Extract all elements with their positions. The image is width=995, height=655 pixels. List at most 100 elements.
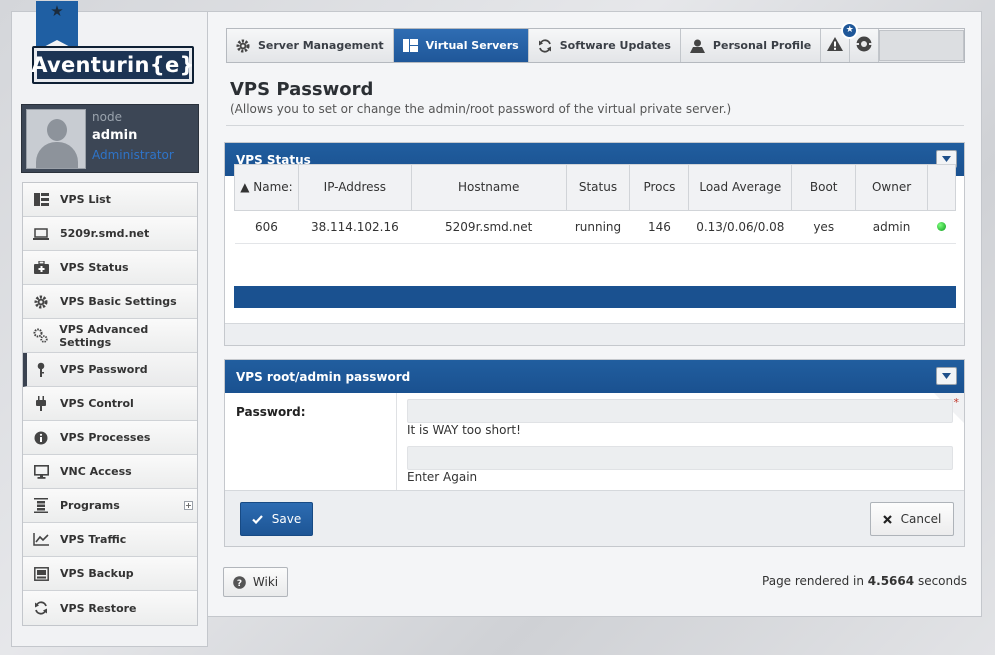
search-box[interactable] [878, 30, 964, 61]
sidebar-item-label: VPS Backup [60, 567, 134, 580]
panel-footer: Save Cancel [225, 490, 964, 546]
status-ok-icon [937, 222, 946, 231]
sidebar-item-server[interactable]: 5209r.smd.net [23, 217, 197, 251]
sidebar-item-advanced-settings[interactable]: VPS Advanced Settings [23, 319, 197, 353]
password-confirm-hint: Enter Again [407, 470, 478, 484]
tab-alerts[interactable]: ★ [821, 22, 859, 62]
user-panel: node admin Administrator [21, 104, 199, 173]
tab-label: Server Management [258, 39, 384, 52]
sidebar-item-vps-processes[interactable]: VPS Processes [23, 421, 197, 455]
logo[interactable]: Aventurin{e} [31, 46, 195, 84]
table-footer-bar [234, 286, 956, 308]
vps-password-panel: VPS root/admin password Password: * It i… [224, 359, 965, 547]
sidebar-item-label: VPS Status [60, 261, 129, 274]
render-prefix: Page rendered in [762, 574, 864, 588]
monitor-icon [33, 464, 49, 480]
password-confirm-input[interactable] [407, 446, 953, 470]
cell-hostname: 5209r.smd.net [411, 210, 567, 244]
tab-label: Virtual Servers [425, 39, 519, 52]
tab-help[interactable] [850, 29, 879, 62]
sidebar-item-vps-list[interactable]: VPS List [23, 183, 197, 217]
render-time: Page rendered in 4.5664 seconds [762, 574, 967, 588]
tab-software-updates[interactable]: Software Updates [529, 29, 681, 62]
vps-status-table: ▲ Name: IP-Address Hostname Status Procs… [234, 164, 956, 244]
password-strength-hint: It is WAY too short! [407, 423, 521, 437]
column-header-procs[interactable]: Procs [629, 164, 690, 211]
sidebar-item-vnc-access[interactable]: VNC Access [23, 455, 197, 489]
info-icon [33, 430, 49, 446]
column-header-ip[interactable]: IP-Address [297, 164, 412, 211]
page-title: VPS Password [230, 79, 374, 100]
table-row: 606 38.114.102.16 5209r.smd.net running … [234, 210, 956, 244]
user-role[interactable]: Administrator [92, 148, 174, 162]
refresh-icon [33, 600, 49, 616]
tab-personal-profile[interactable]: Personal Profile [681, 29, 822, 62]
sidebar-item-label: VPS Password [60, 363, 148, 376]
password-label: Password: [236, 405, 306, 419]
sidebar-item-vps-password[interactable]: VPS Password [23, 353, 197, 387]
cell-procs: 146 [629, 210, 689, 244]
avatar[interactable] [26, 109, 86, 169]
divider [226, 125, 964, 126]
refresh-icon [538, 38, 552, 53]
tab-label: Software Updates [559, 39, 671, 52]
backup-icon [33, 566, 49, 582]
column-header-hostname[interactable]: Hostname [410, 164, 567, 211]
laptop-icon [33, 226, 49, 242]
sidebar-item-vps-backup[interactable]: VPS Backup [23, 557, 197, 591]
page-subtitle: (Allows you to set or change the admin/r… [230, 102, 732, 116]
status-table-wrap: ▲ Name: IP-Address Hostname Status Procs… [234, 164, 956, 244]
panel-title: VPS root/admin password [236, 369, 411, 384]
render-time-value: 4.5664 [867, 574, 915, 588]
sidebar-item-label: VPS Control [60, 397, 134, 410]
svg-text:?: ? [237, 579, 242, 589]
vps-status-panel: VPS Status ▲ Name: IP-Address Hostname S… [224, 142, 965, 346]
cell-owner: admin [855, 210, 928, 244]
sidebar-item-label: VPS List [60, 193, 111, 206]
sidebar-item-vps-restore[interactable]: VPS Restore [23, 591, 197, 625]
cell-boot: yes [791, 210, 856, 244]
wiki-button[interactable]: ? Wiki [223, 567, 288, 597]
abacus-icon [33, 498, 49, 514]
collapse-button[interactable] [936, 367, 957, 385]
plug-icon [33, 396, 49, 412]
gear-icon [33, 294, 49, 310]
sidebar-item-programs[interactable]: Programs + [23, 489, 197, 523]
cancel-label: Cancel [900, 512, 942, 526]
sidebar-item-vps-status[interactable]: VPS Status [23, 251, 197, 285]
column-header-indicator [927, 164, 956, 211]
column-header-boot[interactable]: Boot [791, 164, 857, 211]
expand-icon[interactable]: + [184, 501, 193, 510]
medkit-icon [33, 260, 49, 276]
gears-icon [33, 328, 48, 344]
main-content: Server Management Virtual Servers Softwa… [208, 11, 982, 617]
help-icon: ? [233, 575, 246, 589]
top-tabs: Server Management Virtual Servers Softwa… [226, 22, 965, 63]
password-input[interactable] [407, 399, 953, 423]
chart-icon [33, 532, 49, 548]
left-sidebar: ★ Aventurin{e} node admin Administrator … [11, 1, 208, 647]
chevron-down-icon [942, 156, 951, 162]
sidebar-item-label: VNC Access [60, 465, 132, 478]
cancel-button[interactable]: Cancel [870, 502, 954, 536]
save-button[interactable]: Save [240, 502, 313, 536]
required-star-icon: * [953, 396, 960, 409]
panel-header: VPS root/admin password [225, 360, 964, 393]
label-column: Password: [225, 393, 397, 490]
close-icon [882, 514, 892, 524]
column-header-name[interactable]: ▲ Name: [234, 164, 299, 211]
warning-icon [827, 37, 844, 54]
column-header-owner[interactable]: Owner [855, 164, 929, 211]
key-icon [33, 362, 49, 378]
layout-icon [402, 39, 418, 52]
tab-server-management[interactable]: Server Management [227, 29, 394, 62]
lifebuoy-icon [855, 36, 872, 55]
tab-virtual-servers[interactable]: Virtual Servers [393, 29, 529, 62]
render-suffix: seconds [917, 574, 967, 588]
column-header-status[interactable]: Status [565, 164, 631, 211]
sidebar-item-basic-settings[interactable]: VPS Basic Settings [23, 285, 197, 319]
sidebar-item-vps-control[interactable]: VPS Control [23, 387, 197, 421]
checkmark-icon [251, 514, 263, 524]
sidebar-item-vps-traffic[interactable]: VPS Traffic [23, 523, 197, 557]
column-header-load[interactable]: Load Average [688, 164, 793, 211]
